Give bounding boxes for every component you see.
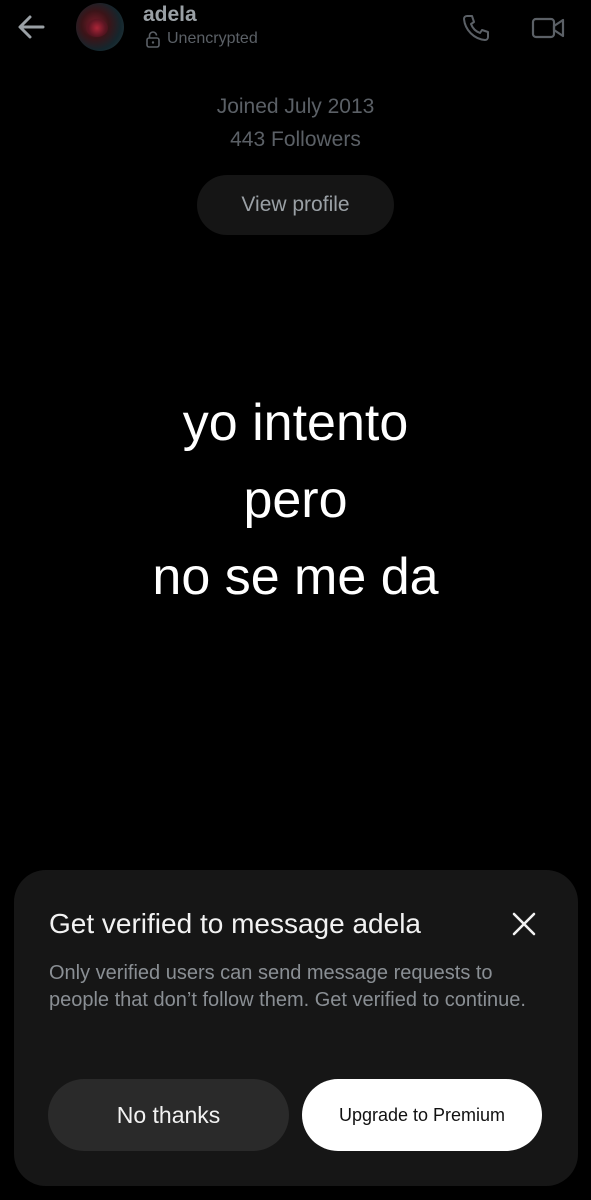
close-button[interactable] (506, 906, 542, 942)
verification-bottom-sheet: Get verified to message adela Only verif… (14, 870, 578, 1186)
caption-line: pero (243, 471, 348, 529)
sheet-title: Get verified to message adela (49, 908, 421, 939)
meme-caption: yo intento pero no se me da (0, 385, 591, 616)
caption-line: yo intento (182, 394, 409, 452)
conversation-header: adela Unencrypted (0, 0, 591, 60)
sheet-description: Only verified users can send message req… (49, 962, 526, 1011)
upgrade-to-premium-button[interactable]: Upgrade to Premium (302, 1079, 542, 1151)
caption-line: no se me da (152, 548, 439, 606)
dm-screen: adela Unencrypted Joined July 2013 443 F… (0, 0, 591, 1200)
joined-date: Joined July 2013 (216, 95, 375, 118)
no-thanks-button[interactable]: No thanks (48, 1079, 289, 1151)
view-profile-button[interactable]: View profile (197, 175, 394, 235)
encryption-status-label: Unencrypted (167, 30, 258, 47)
phone-icon (463, 15, 489, 41)
video-call-button[interactable] (528, 10, 568, 46)
video-camera-icon (531, 17, 565, 39)
back-button[interactable] (14, 10, 48, 44)
arrow-left-icon (18, 15, 45, 39)
close-icon (512, 912, 536, 936)
unlocked-padlock-icon (146, 30, 160, 48)
contact-name[interactable]: adela (143, 3, 197, 27)
follower-count: 443 Followers (230, 128, 361, 151)
voice-call-button[interactable] (458, 10, 494, 46)
encryption-status: Unencrypted (145, 30, 258, 48)
avatar[interactable] (76, 3, 124, 51)
